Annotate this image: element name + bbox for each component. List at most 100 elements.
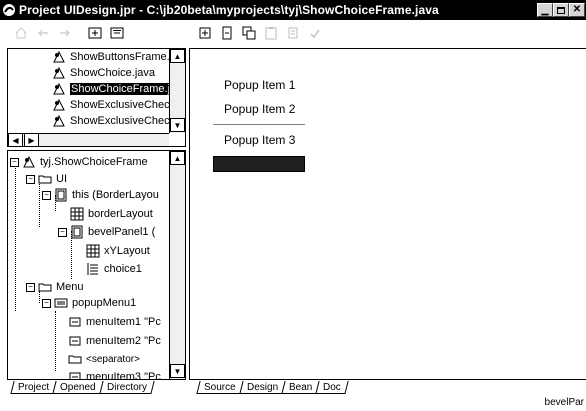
tree-label: choice1 [104, 263, 142, 275]
popup-menu-preview: Popup Item 1 Popup Item 2 Popup Item 3 [213, 73, 305, 172]
file-list: ShowButtonsFrame.jav ShowChoice.java Sho… [8, 49, 184, 132]
tree-node-choice[interactable]: choice1 [86, 261, 142, 277]
back-arrow-icon[interactable] [34, 24, 52, 42]
tree-node-xy-layout[interactable]: xYLayout [86, 243, 150, 259]
class-icon [22, 155, 36, 169]
tab-opened[interactable]: Opened [52, 381, 104, 394]
tree-node-popup-menu[interactable]: − popupMenu1 [42, 295, 136, 311]
delete-icon[interactable] [284, 24, 302, 42]
tree-node-separator[interactable]: <separator> [68, 351, 140, 367]
tree-node-menu-item-3[interactable]: menuItem3 "Pc [68, 369, 161, 380]
menu-item-icon [68, 334, 82, 348]
collapse-icon[interactable]: − [42, 298, 51, 308]
remove-file-icon[interactable] [108, 24, 126, 42]
minimize-icon: ▁ [541, 4, 549, 15]
popup-item-1[interactable]: Popup Item 1 [213, 73, 305, 97]
file-label: ShowExclusiveCheckl [70, 99, 178, 111]
tree-node-root[interactable]: − tyj.ShowChoiceFrame [10, 154, 148, 170]
tree-label: menuItem2 "Pc [86, 335, 161, 347]
collapse-icon[interactable]: − [26, 174, 35, 184]
window-title-bar: Project UIDesign.jpr - C:\jb20beta\mypro… [0, 0, 586, 20]
tree-node-border-layout[interactable]: borderLayout [70, 206, 153, 222]
paste-icon[interactable] [262, 24, 280, 42]
file-item[interactable]: ShowChoice.java [8, 65, 169, 81]
tree-node-ui[interactable]: − UI [26, 171, 67, 187]
tab-source[interactable]: Source [196, 381, 244, 394]
file-list-vscroll[interactable]: ▲ ▼ [169, 49, 185, 133]
tree-vscroll[interactable]: ▲ ▼ [169, 151, 185, 379]
scroll-left-button[interactable]: ◀ [8, 133, 23, 146]
file-label: ShowButtonsFrame.jav [70, 51, 184, 63]
restore-button[interactable] [553, 3, 569, 17]
java-file-icon [52, 66, 66, 80]
close-icon: ✕ [572, 4, 582, 15]
scroll-right-button[interactable]: ▶ [24, 133, 39, 146]
restore-icon [557, 6, 565, 14]
java-file-icon [52, 114, 66, 128]
frame-icon [54, 188, 68, 202]
project-file-pane: ShowButtonsFrame.jav ShowChoice.java Sho… [7, 48, 186, 147]
tab-project[interactable]: Project [10, 381, 57, 394]
popup-item-3[interactable]: Popup Item 3 [213, 128, 305, 152]
file-item[interactable]: ShowExclusiveCheckl [8, 113, 178, 129]
panel-icon [70, 225, 84, 239]
scroll-up-button[interactable]: ▲ [170, 49, 185, 63]
scroll-up-button[interactable]: ▲ [170, 151, 185, 165]
file-label: ShowChoice.java [70, 67, 155, 79]
popup-item-2[interactable]: Popup Item 2 [213, 97, 305, 121]
file-list-hscroll[interactable]: ◀ ▶ [8, 133, 169, 146]
tree-label: xYLayout [104, 245, 150, 257]
tree-node-menu[interactable]: − Menu [26, 279, 84, 295]
add-item-icon[interactable] [196, 24, 214, 42]
tree-label: this (BorderLayou [72, 189, 159, 201]
tree-label: UI [56, 173, 67, 185]
collapse-icon[interactable]: − [26, 282, 35, 292]
tree-node-this[interactable]: − this (BorderLayou [42, 187, 159, 203]
folder-icon [38, 172, 52, 186]
check-icon[interactable] [306, 24, 324, 42]
tree-label: menuItem1 "Pc [86, 316, 161, 328]
scroll-down-button[interactable]: ▼ [170, 118, 185, 132]
file-label: ShowExclusiveCheckl [70, 115, 178, 127]
file-item[interactable]: ShowButtonsFrame.jav [8, 49, 184, 65]
layout-icon [86, 244, 100, 258]
collapse-icon[interactable]: − [42, 190, 51, 200]
menu-item-icon [68, 315, 82, 329]
scroll-down-button[interactable]: ▼ [170, 364, 185, 378]
tree-label: Menu [56, 281, 84, 293]
java-file-icon [52, 98, 66, 112]
close-button[interactable]: ✕ [569, 3, 585, 17]
tab-doc[interactable]: Doc [315, 381, 349, 394]
tab-design[interactable]: Design [239, 381, 286, 394]
tree-node-bevel-panel[interactable]: − bevelPanel1 ( [58, 224, 155, 240]
editor-tabs: Source Design Bean Doc [196, 381, 349, 395]
status-text: bevelPar [544, 397, 584, 408]
home-icon[interactable] [12, 24, 30, 42]
copy-icon[interactable] [240, 24, 258, 42]
structure-tree: − tyj.ShowChoiceFrame − UI − this (Borde… [8, 151, 169, 379]
tree-label: menuItem3 "Pc [86, 371, 161, 380]
add-file-icon[interactable] [86, 24, 104, 42]
insert-icon[interactable] [218, 24, 236, 42]
app-icon [2, 3, 16, 17]
tree-node-menu-item-2[interactable]: menuItem2 "Pc [68, 333, 161, 349]
menu-icon [54, 296, 68, 310]
choice-icon [86, 262, 100, 276]
tree-label: bevelPanel1 ( [88, 226, 156, 238]
file-item[interactable]: ShowExclusiveCheckl [8, 97, 178, 113]
tree-node-menu-item-1[interactable]: menuItem1 "Pc [68, 314, 161, 330]
tab-bean[interactable]: Bean [281, 381, 320, 394]
menu-item-icon [68, 370, 82, 379]
toolbar [0, 20, 586, 47]
collapse-icon[interactable]: − [58, 227, 67, 237]
minimize-button[interactable]: ▁ [537, 3, 553, 17]
popup-separator [213, 124, 305, 125]
collapse-icon[interactable]: − [10, 157, 19, 167]
java-file-icon [52, 82, 66, 96]
tab-directory[interactable]: Directory [99, 381, 155, 394]
popup-selection-bar[interactable] [213, 156, 305, 172]
structure-pane: − tyj.ShowChoiceFrame − UI − this (Borde… [7, 150, 186, 380]
forward-arrow-icon[interactable] [56, 24, 74, 42]
project-tabs: Project Opened Directory [10, 381, 155, 395]
file-item-selected[interactable]: ShowChoiceFrame.jav [8, 81, 183, 97]
